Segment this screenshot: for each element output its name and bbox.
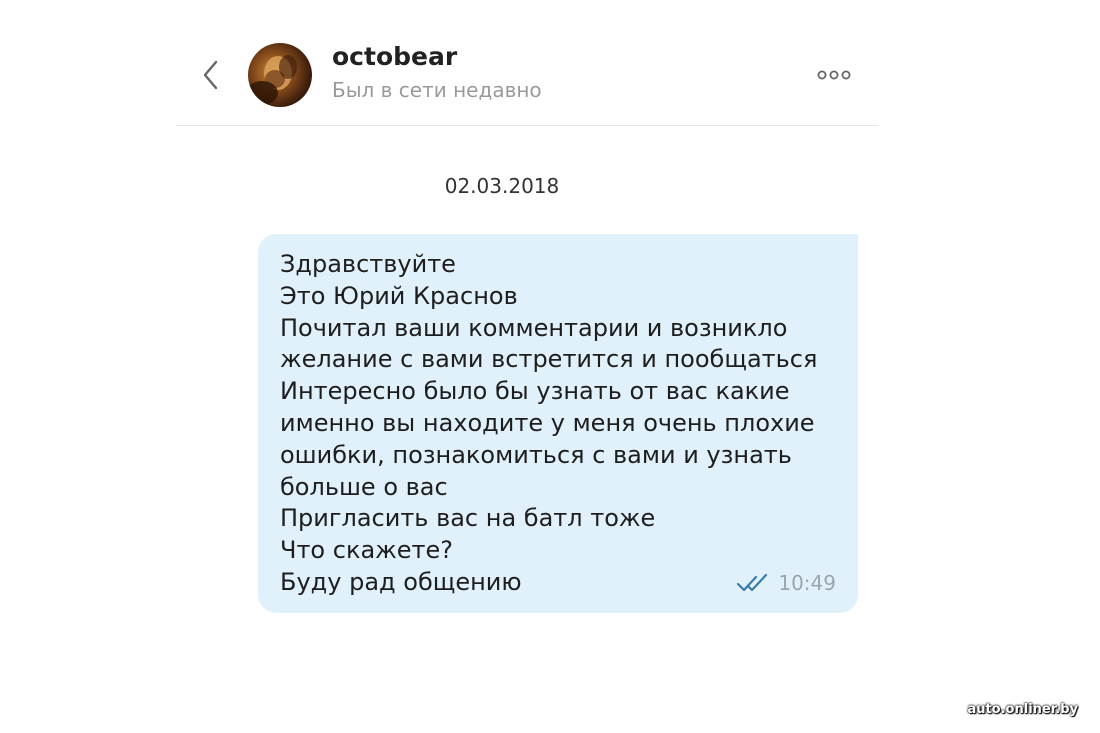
chat-screen: octobear Был в сети недавно 02.03.2018 З…	[0, 0, 1100, 733]
message-line: желание с вами встретится и пообщаться	[280, 345, 818, 374]
date-separator: 02.03.2018	[444, 174, 560, 198]
back-button[interactable]	[198, 56, 224, 94]
message-line: Здравствуйте	[280, 250, 456, 278]
contact-status: Был в сети недавно	[332, 78, 542, 102]
more-button[interactable]	[816, 66, 856, 84]
chat-header: octobear Был в сети недавно	[176, 0, 879, 126]
message-line: Пригласить вас на батл тоже	[280, 504, 656, 533]
message-line: Почитал ваши комментарии и возникло	[280, 313, 788, 342]
chevron-left-icon	[203, 60, 218, 90]
message-line: Интересно было бы узнать от вас какие	[280, 377, 790, 406]
message-time: 10:49	[778, 571, 836, 595]
message-line: Что скажете?	[280, 536, 454, 565]
message-line: именно вы находите у меня очень плохие	[280, 408, 815, 437]
watermark: auto.onliner.by	[967, 702, 1078, 717]
message-line: Это Юрий Краснов	[280, 281, 518, 310]
message-bubble[interactable]: Здравствуйте Это Юрий Краснов Почитал ва…	[258, 234, 858, 613]
avatar[interactable]	[248, 43, 312, 107]
more-horizontal-icon	[817, 70, 851, 80]
message-meta: 10:49	[736, 571, 836, 595]
contact-name[interactable]: octobear	[332, 42, 457, 71]
double-check-icon	[737, 573, 768, 592]
message-line: ошибки, познакомиться с вами и узнать	[280, 440, 792, 469]
message-line: больше о вас	[280, 472, 448, 501]
